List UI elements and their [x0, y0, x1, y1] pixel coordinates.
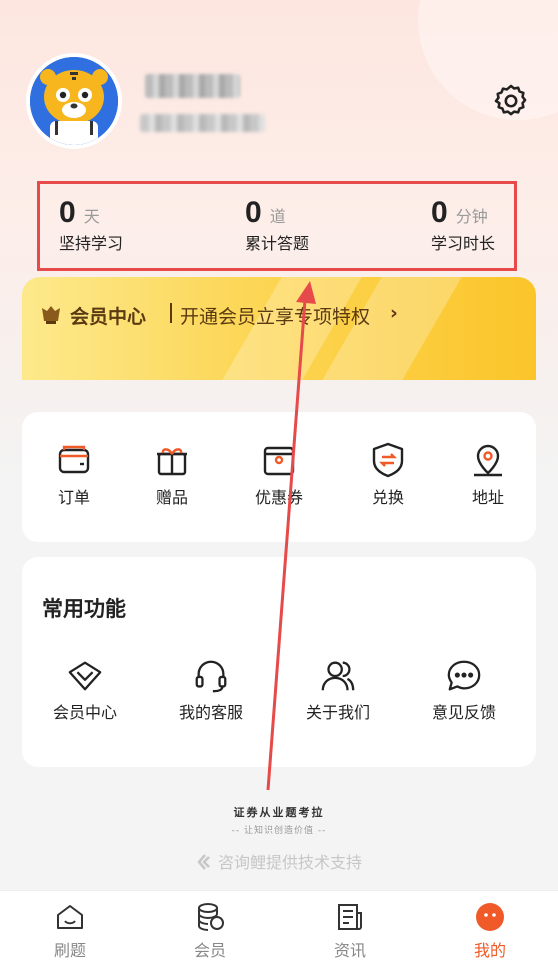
about-us-item[interactable]: 关于我们 — [295, 657, 381, 723]
section-title: 常用功能 — [42, 597, 126, 621]
support-logo-icon — [197, 854, 210, 870]
customer-service-label: 我的客服 — [178, 703, 243, 722]
feedback-label: 意见反馈 — [431, 703, 496, 722]
news-icon — [338, 904, 362, 930]
settings-button[interactable] — [492, 82, 530, 120]
vip-center-item[interactable]: 会员中心 — [42, 657, 128, 723]
coins-icon — [198, 903, 224, 931]
coupon-icon — [263, 446, 295, 476]
home-icon — [57, 905, 83, 929]
users-icon — [321, 661, 355, 691]
coupons-item-label: 优惠券 — [254, 488, 303, 507]
avatar[interactable] — [26, 53, 122, 149]
orders-item[interactable]: 订单 — [42, 440, 106, 508]
tab-label: 刷题 — [53, 941, 86, 960]
stats-panel: 0天 坚持学习 0道 累计答题 0 分钟 学习时长 — [37, 181, 517, 271]
vip-title: 会员中心 — [70, 306, 147, 328]
tab-news[interactable]: 资讯 — [310, 901, 390, 961]
stat-value: 0 — [431, 196, 448, 229]
gift-icon — [157, 448, 187, 476]
exchange-item-label: 兑换 — [371, 488, 404, 507]
headset-icon — [195, 660, 227, 693]
stat-unit: 道 — [269, 207, 286, 226]
exchange-item[interactable]: 兑换 — [356, 440, 420, 508]
orders-card: 订单 赠品 优惠券 兑换 地址 — [22, 412, 536, 542]
address-item-label: 地址 — [471, 488, 504, 507]
gifts-item-label: 赠品 — [155, 488, 188, 507]
stat-label: 坚持学习 — [59, 234, 124, 253]
stat-label: 学习时长 — [431, 234, 496, 253]
tiger-avatar-icon — [30, 57, 118, 145]
tab-practice[interactable]: 刷题 — [30, 901, 110, 961]
vip-banner[interactable]: 会员中心 开通会员立享专项特权 › — [22, 277, 536, 380]
vip-center-label: 会员中心 — [52, 703, 117, 722]
address-item[interactable]: 地址 — [456, 440, 520, 508]
chevron-right-icon: › — [390, 302, 398, 324]
customer-service-item[interactable]: 我的客服 — [168, 657, 254, 723]
diamond-icon — [68, 661, 102, 691]
exchange-icon — [372, 442, 404, 478]
location-icon — [474, 444, 502, 477]
chat-icon — [447, 660, 481, 691]
username-blurred — [145, 74, 240, 98]
stat-value: 0 — [245, 196, 262, 229]
gear-icon — [494, 84, 527, 116]
gifts-item[interactable]: 赠品 — [140, 440, 204, 508]
stat-study-days[interactable]: 0天 坚持学习 — [59, 196, 123, 254]
vip-crown-icon — [42, 306, 60, 324]
user-subtitle-blurred — [140, 114, 265, 132]
stat-answered[interactable]: 0道 累计答题 — [245, 196, 309, 254]
wallet-icon — [58, 445, 90, 474]
common-functions-card: 常用功能 会员中心 我的客服 关于我们 意见反馈 — [22, 557, 536, 767]
stat-label: 累计答题 — [245, 234, 310, 253]
stat-value: 0 — [59, 196, 76, 229]
stat-study-time[interactable]: 0 分钟 学习时长 — [431, 196, 495, 254]
brand-name: 证券从业题考拉 — [233, 806, 325, 819]
coupons-item[interactable]: 优惠券 — [247, 440, 311, 508]
tab-label: 我的 — [473, 941, 506, 960]
divider — [170, 303, 172, 323]
tech-support-link[interactable]: 咨询鲤提供技术支持 — [0, 849, 558, 873]
about-us-label: 关于我们 — [305, 703, 370, 722]
orders-item-label: 订单 — [57, 488, 90, 507]
tab-membership[interactable]: 会员 — [170, 901, 250, 961]
stat-unit: 天 — [83, 207, 100, 226]
stat-unit: 分钟 — [455, 207, 488, 226]
tab-mine[interactable]: 我的 — [450, 901, 530, 961]
tab-label: 会员 — [193, 941, 226, 960]
tab-label: 资讯 — [333, 941, 366, 960]
profile-icon — [476, 903, 504, 931]
brand-slogan: -- 让知识创造价值 -- — [231, 826, 327, 836]
vip-description: 开通会员立享专项特权 — [180, 306, 371, 328]
bottom-tab-bar: 刷题 会员 资讯 我的 — [0, 890, 558, 965]
feedback-item[interactable]: 意见反馈 — [421, 657, 507, 723]
tech-support-text: 咨询鲤提供技术支持 — [217, 853, 362, 872]
